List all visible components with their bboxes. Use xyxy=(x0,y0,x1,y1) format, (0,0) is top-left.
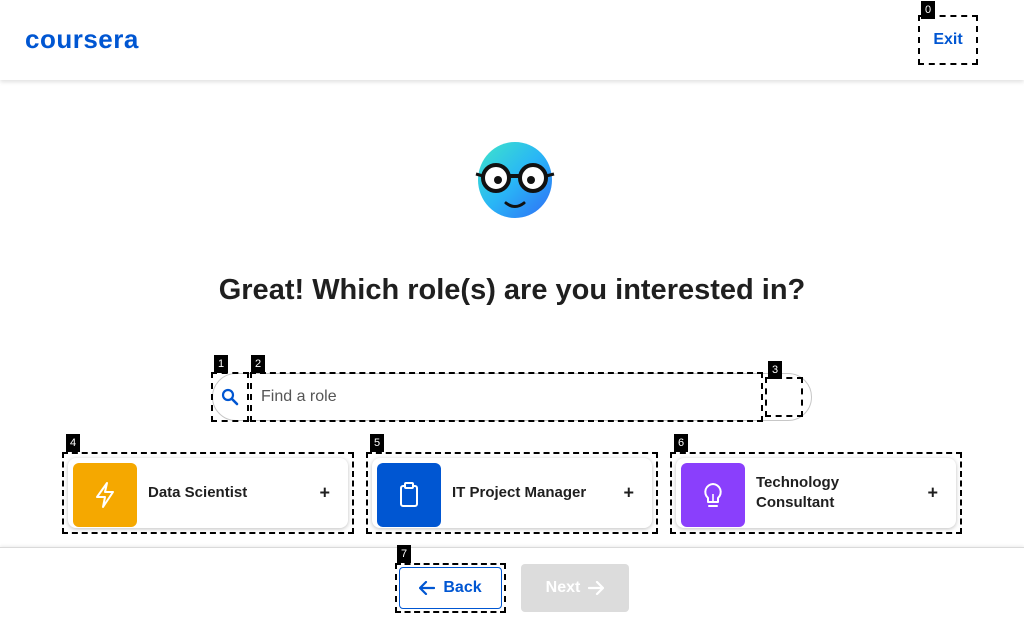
role-label: Technology Consultant xyxy=(756,474,840,511)
overlay-tag: 6 xyxy=(674,434,689,452)
plus-icon: + xyxy=(623,482,634,503)
search-input[interactable] xyxy=(250,372,763,422)
overlay-tag: 0 xyxy=(921,1,936,19)
lightning-icon xyxy=(73,463,137,527)
back-button[interactable]: Back xyxy=(395,563,506,613)
overlay-tag: 2 xyxy=(251,355,266,373)
coursera-logo: coursera xyxy=(25,24,139,54)
exit-button[interactable]: Exit xyxy=(918,15,978,65)
lightbulb-icon xyxy=(681,463,745,527)
overlay-tag: 4 xyxy=(66,434,81,452)
role-card-body: Data Scientist + xyxy=(68,458,348,528)
plus-icon: + xyxy=(319,482,330,503)
plus-icon: + xyxy=(927,482,938,503)
overlay-tag: 3 xyxy=(768,361,783,379)
arrow-left-icon xyxy=(419,581,436,595)
search-icon[interactable] xyxy=(211,372,249,422)
page-title: Great! Which role(s) are you interested … xyxy=(218,274,806,306)
back-label: Back xyxy=(443,579,482,596)
role-card-body: Technology Consultant + xyxy=(676,458,956,528)
next-label: Next xyxy=(545,579,581,596)
role-label: Data Scientist xyxy=(148,484,248,501)
footer-bar xyxy=(0,547,1024,629)
top-bar: coursera xyxy=(0,0,1024,80)
role-card-body: IT Project Manager + xyxy=(372,458,652,528)
search-clear-button[interactable] xyxy=(765,377,803,417)
overlay-tag: 7 xyxy=(397,545,412,563)
next-button[interactable]: Next xyxy=(521,564,629,612)
mascot-icon xyxy=(475,142,555,218)
role-card-technology-consultant[interactable]: Technology Consultant + xyxy=(670,452,962,534)
clipboard-icon xyxy=(377,463,441,527)
role-label: IT Project Manager xyxy=(452,484,587,501)
overlay-tag: 1 xyxy=(214,355,229,373)
overlay-tag: 5 xyxy=(370,434,385,452)
role-card-data-scientist[interactable]: Data Scientist + xyxy=(62,452,354,534)
role-card-it-project-manager[interactable]: IT Project Manager + xyxy=(366,452,658,534)
arrow-right-icon xyxy=(588,581,605,595)
